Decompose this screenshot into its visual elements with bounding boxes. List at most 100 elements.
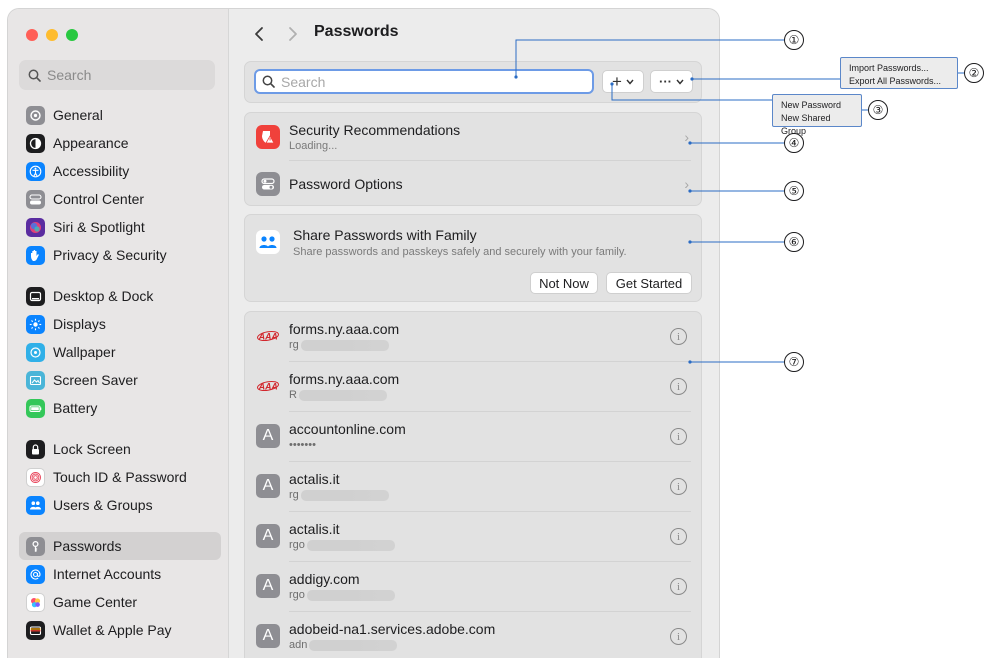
- info-icon[interactable]: i: [670, 528, 687, 545]
- ellipsis-icon: ···: [659, 74, 672, 89]
- forward-button[interactable]: [282, 23, 304, 45]
- password-site: accountonline.com: [289, 421, 406, 437]
- password-row[interactable]: Aactalis.it rg i: [245, 462, 701, 512]
- sidebar-item-passwords[interactable]: Passwords: [19, 532, 221, 560]
- sidebar-item-displays[interactable]: Displays: [19, 310, 221, 338]
- sidebar-item-siri-spotlight[interactable]: Siri & Spotlight: [19, 213, 221, 241]
- not-now-button[interactable]: Not Now: [530, 272, 598, 294]
- password-row[interactable]: Aaccountonline.com ••••••• i: [245, 412, 701, 462]
- gear-icon: [26, 105, 45, 125]
- sidebar-item-accessibility[interactable]: Accessibility: [19, 157, 221, 185]
- callout-badge-6: ⑥: [784, 232, 804, 252]
- menu-item-import-passwords[interactable]: Import Passwords...: [849, 62, 949, 75]
- callout-badge-5: ⑤: [784, 181, 804, 201]
- passwords-search-input[interactable]: [281, 73, 581, 90]
- back-button[interactable]: [248, 23, 270, 45]
- main-pane: Passwords + ···: [230, 9, 719, 658]
- sidebar-item-control-center[interactable]: Control Center: [19, 185, 221, 213]
- family-icon: [256, 230, 280, 254]
- info-icon[interactable]: i: [670, 628, 687, 645]
- sidebar-item-screen-saver[interactable]: Screen Saver: [19, 366, 221, 394]
- minimize-window-button[interactable]: [46, 29, 58, 41]
- info-icon[interactable]: i: [670, 328, 687, 345]
- toggle-switches-icon: [256, 171, 280, 196]
- sidebar-item-internet-accounts[interactable]: Internet Accounts: [19, 560, 221, 588]
- zoom-window-button[interactable]: [66, 29, 78, 41]
- callout-badge-2: ②: [964, 63, 984, 83]
- battery-icon: [26, 398, 45, 418]
- sidebar-item-touch-id-password[interactable]: Touch ID & Password: [19, 463, 221, 491]
- sidebar-item-wallpaper[interactable]: Wallpaper: [19, 338, 221, 366]
- sidebar-item-general[interactable]: General: [19, 101, 221, 129]
- at-icon: [26, 564, 45, 584]
- svg-text:AAA: AAA: [258, 332, 278, 342]
- sidebar: Search General Appearance Accessibility Con…: [8, 9, 229, 658]
- info-icon[interactable]: i: [670, 478, 687, 495]
- passwords-search-field[interactable]: [254, 69, 594, 94]
- password-row[interactable]: Aaddigy.com rgo i: [245, 562, 701, 612]
- add-password-menu-button[interactable]: +: [602, 70, 644, 93]
- password-username: rg: [289, 489, 389, 501]
- password-row[interactable]: Aadobeid-na1.services.adobe.com adn i: [245, 612, 701, 658]
- sidebar-item-label: Control Center: [53, 191, 145, 207]
- sidebar-item-game-center[interactable]: Game Center: [19, 588, 221, 616]
- password-row[interactable]: AAA forms.ny.aaa.com Ri: [245, 362, 701, 412]
- sidebar-item-lock-screen[interactable]: Lock Screen: [19, 435, 221, 463]
- security-options-card: Security Recommendations Loading... › Pa…: [244, 112, 702, 206]
- security-title: Security Recommendations: [289, 121, 461, 138]
- redacted-blur: [309, 639, 398, 651]
- password-row[interactable]: Aactalis.it rgo i: [245, 512, 701, 562]
- callout-badge-7: ⑦: [784, 352, 804, 372]
- menu-item-export-passwords[interactable]: Export All Passwords...: [849, 75, 949, 88]
- sidebar-item-privacy-security[interactable]: Privacy & Security: [19, 241, 221, 269]
- family-title: Share Passwords with Family: [293, 227, 477, 243]
- sidebar-item-label: Battery: [53, 400, 98, 416]
- get-started-button[interactable]: Get Started: [606, 272, 692, 294]
- password-site: adobeid-na1.services.adobe.com: [289, 621, 496, 637]
- sidebar-item-desktop-dock[interactable]: Desktop & Dock: [19, 282, 221, 310]
- plus-icon: +: [612, 71, 622, 91]
- settings-window: Search General Appearance Accessibility Con…: [7, 8, 720, 658]
- search-icon: [262, 75, 275, 88]
- callout-badge-4: ④: [784, 133, 804, 153]
- password-options-row[interactable]: Password Options ›: [245, 160, 701, 207]
- password-site: actalis.it: [289, 521, 340, 537]
- lock-icon: [26, 439, 45, 459]
- dock-icon: [26, 286, 45, 306]
- chevron-right-icon: [289, 27, 297, 41]
- sidebar-item-users-groups[interactable]: Users & Groups: [19, 491, 221, 519]
- password-username: R: [289, 389, 399, 401]
- sidebar-item-label: Touch ID & Password: [53, 469, 187, 485]
- sidebar-item-label: General: [53, 107, 103, 123]
- redacted-blur: [306, 539, 395, 551]
- password-username-text: rgo: [289, 539, 305, 551]
- password-row[interactable]: AAA forms.ny.aaa.com rg i: [245, 312, 701, 362]
- site-letter-icon: A: [256, 474, 280, 498]
- page-title: Passwords: [314, 23, 399, 40]
- sidebar-item-appearance[interactable]: Appearance: [19, 129, 221, 157]
- callout-badge-3: ③: [868, 100, 888, 120]
- sidebar-item-battery[interactable]: Battery: [19, 394, 221, 422]
- siri-icon: [26, 217, 45, 237]
- close-window-button[interactable]: [26, 29, 38, 41]
- password-site: forms.ny.aaa.com: [289, 371, 400, 387]
- search-icon: [28, 69, 41, 82]
- chevron-left-icon: [255, 27, 263, 41]
- password-username-text: rg: [289, 339, 299, 351]
- security-recommendations-row[interactable]: Security Recommendations Loading... ›: [245, 113, 701, 160]
- info-icon[interactable]: i: [670, 378, 687, 395]
- password-username: rg: [289, 339, 399, 351]
- info-icon[interactable]: i: [670, 578, 687, 595]
- password-site: forms.ny.aaa.com: [289, 321, 400, 337]
- menu-item-new-password[interactable]: New Password: [781, 99, 853, 112]
- sidebar-search-field[interactable]: Search: [19, 60, 215, 90]
- add-menu-preview: New Password New Shared Group: [772, 94, 862, 136]
- sidebar-item-wallet-apple-pay[interactable]: Wallet & Apple Pay: [19, 616, 221, 644]
- password-site: actalis.it: [289, 471, 340, 487]
- more-actions-menu-button[interactable]: ···: [650, 70, 693, 93]
- more-actions-menu-preview: Import Passwords... Export All Passwords…: [840, 57, 958, 89]
- info-icon[interactable]: i: [670, 428, 687, 445]
